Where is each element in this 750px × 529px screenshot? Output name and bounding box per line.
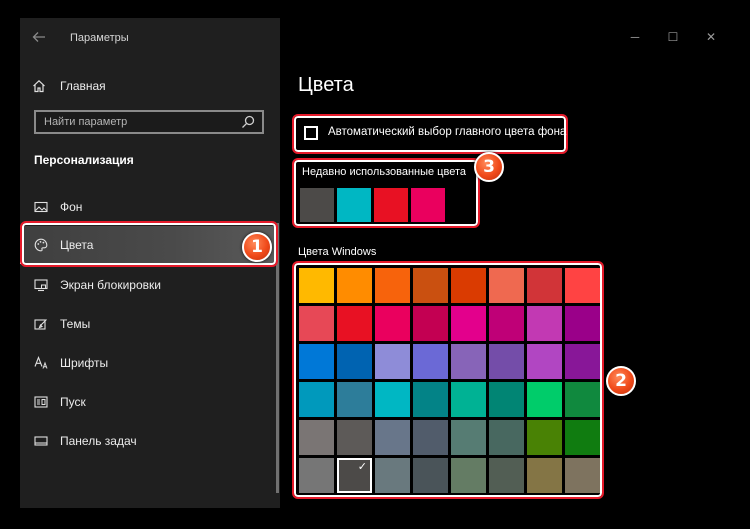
color-swatch[interactable] bbox=[565, 344, 600, 379]
color-swatch[interactable] bbox=[299, 458, 334, 493]
color-swatch[interactable] bbox=[413, 420, 448, 455]
color-swatch[interactable] bbox=[413, 268, 448, 303]
color-swatch[interactable] bbox=[299, 268, 334, 303]
annotation-frame-auto-accent: Автоматический выбор главного цвета фона bbox=[292, 114, 568, 154]
color-swatch[interactable] bbox=[451, 306, 486, 341]
sidebar-item-label: Панель задач bbox=[60, 434, 137, 448]
color-swatch[interactable] bbox=[527, 268, 562, 303]
recent-colors-section: Недавно использованные цвета bbox=[292, 158, 480, 228]
checkmark-icon: ✓ bbox=[357, 461, 367, 473]
color-swatch[interactable] bbox=[451, 268, 486, 303]
color-palette: ✓ bbox=[299, 268, 600, 494]
recent-color-swatch[interactable] bbox=[300, 188, 334, 222]
search-input[interactable] bbox=[44, 114, 234, 130]
color-swatch[interactable] bbox=[451, 420, 486, 455]
windows-colors-label: Цвета Windows bbox=[298, 246, 377, 258]
color-swatch[interactable] bbox=[337, 382, 372, 417]
taskbar-icon bbox=[34, 434, 48, 448]
color-swatch[interactable] bbox=[375, 458, 410, 493]
color-swatch[interactable] bbox=[451, 344, 486, 379]
sidebar-item-themes[interactable]: Темы bbox=[20, 307, 280, 341]
color-swatch[interactable] bbox=[565, 306, 600, 341]
color-swatch[interactable] bbox=[527, 344, 562, 379]
color-swatch[interactable] bbox=[299, 344, 334, 379]
recent-colors-label: Недавно использованные цвета bbox=[302, 166, 466, 178]
color-swatch[interactable] bbox=[299, 420, 334, 455]
color-swatch[interactable] bbox=[413, 458, 448, 493]
search-box[interactable] bbox=[34, 110, 264, 134]
image-icon bbox=[34, 200, 48, 214]
sidebar-item-label: Пуск bbox=[60, 395, 86, 409]
sidebar-item-home[interactable]: Главная bbox=[32, 76, 106, 96]
color-swatch[interactable] bbox=[565, 268, 600, 303]
fonts-icon bbox=[34, 355, 48, 370]
arrow-left-icon[interactable] bbox=[32, 30, 46, 44]
sidebar-item-label: Шрифты bbox=[60, 356, 109, 370]
color-swatch[interactable] bbox=[565, 420, 600, 455]
color-swatch[interactable] bbox=[337, 420, 372, 455]
color-swatch[interactable] bbox=[565, 382, 600, 417]
lock-screen-icon bbox=[34, 278, 48, 292]
color-swatch[interactable] bbox=[375, 268, 410, 303]
color-swatch[interactable] bbox=[413, 344, 448, 379]
page-title: Цвета bbox=[298, 74, 354, 96]
home-icon bbox=[32, 79, 46, 93]
maximize-icon[interactable]: ☐ bbox=[666, 30, 680, 44]
color-swatch[interactable] bbox=[527, 420, 562, 455]
annotation-badge-1: 1 bbox=[242, 232, 272, 262]
start-icon bbox=[34, 395, 48, 409]
sidebar-item-taskbar[interactable]: Панель задач bbox=[20, 424, 280, 458]
annotation-frame-colors-item bbox=[20, 221, 278, 267]
sidebar-item-lock-screen[interactable]: Экран блокировки bbox=[20, 268, 280, 302]
color-swatch[interactable] bbox=[489, 420, 524, 455]
annotation-badge-3: 3 bbox=[474, 152, 504, 182]
recent-color-swatch[interactable] bbox=[337, 188, 371, 222]
color-swatch[interactable] bbox=[375, 420, 410, 455]
color-swatch[interactable] bbox=[299, 306, 334, 341]
color-swatch[interactable] bbox=[489, 382, 524, 417]
main-content: ─ ☐ ✕ Цвета Автоматический выбор главног… bbox=[280, 18, 732, 508]
color-swatch[interactable] bbox=[451, 458, 486, 493]
home-label: Главная bbox=[60, 79, 106, 93]
annotation-badge-2: 2 bbox=[606, 366, 636, 396]
color-swatch[interactable] bbox=[527, 458, 562, 493]
recent-color-swatch[interactable] bbox=[374, 188, 408, 222]
color-swatch[interactable] bbox=[337, 306, 372, 341]
color-swatch[interactable] bbox=[337, 268, 372, 303]
sidebar-item-label: Фон bbox=[60, 200, 83, 214]
auto-accent-label[interactable]: Автоматический выбор главного цвета фона bbox=[328, 126, 566, 138]
sidebar-item-label: Темы bbox=[60, 317, 91, 331]
sidebar-item-start[interactable]: Пуск bbox=[20, 385, 280, 419]
color-swatch[interactable] bbox=[565, 458, 600, 493]
close-icon[interactable]: ✕ bbox=[704, 30, 718, 44]
color-swatch[interactable] bbox=[413, 382, 448, 417]
section-title: Персонализация bbox=[34, 153, 134, 167]
sidebar-item-background[interactable]: Фон bbox=[20, 190, 280, 224]
color-swatch[interactable] bbox=[489, 268, 524, 303]
color-swatch[interactable] bbox=[375, 306, 410, 341]
app-title: Параметры bbox=[70, 32, 129, 44]
color-swatch[interactable] bbox=[489, 458, 524, 493]
color-swatch[interactable] bbox=[299, 382, 334, 417]
sidebar-item-label: Экран блокировки bbox=[60, 278, 161, 292]
search-icon[interactable] bbox=[240, 114, 256, 130]
themes-icon bbox=[34, 317, 48, 331]
settings-window: Параметры Главная Персонализация Фон bbox=[20, 18, 732, 508]
minimize-icon[interactable]: ─ bbox=[628, 30, 642, 44]
auto-accent-checkbox[interactable] bbox=[304, 126, 318, 140]
sidebar-item-fonts[interactable]: Шрифты bbox=[20, 346, 280, 380]
color-swatch[interactable] bbox=[489, 306, 524, 341]
color-swatch[interactable] bbox=[527, 306, 562, 341]
color-swatch[interactable] bbox=[375, 344, 410, 379]
windows-colors-section: ✓ bbox=[292, 261, 604, 499]
sidebar: Параметры Главная Персонализация Фон bbox=[20, 18, 280, 508]
color-swatch[interactable] bbox=[375, 382, 410, 417]
color-swatch[interactable] bbox=[527, 382, 562, 417]
color-swatch[interactable] bbox=[451, 382, 486, 417]
recent-color-swatch[interactable] bbox=[411, 188, 445, 222]
color-swatch[interactable] bbox=[413, 306, 448, 341]
color-swatch[interactable] bbox=[489, 344, 524, 379]
color-swatch[interactable] bbox=[337, 344, 372, 379]
color-swatch[interactable]: ✓ bbox=[337, 458, 372, 493]
